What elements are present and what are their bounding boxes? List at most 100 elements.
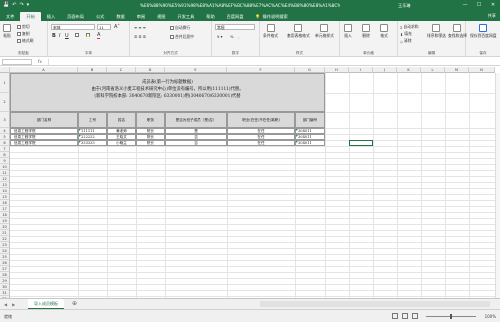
merge-center-button[interactable]: 合并后居中 <box>170 34 194 40</box>
find-select-button[interactable]: 查找和选择 <box>448 24 467 39</box>
cut-button[interactable]: 剪切 <box>17 24 30 30</box>
tab-help[interactable]: 帮助 <box>200 12 220 21</box>
format-cells-button[interactable]: 格式 <box>380 24 388 39</box>
column-header-n[interactable]: N <box>469 67 495 73</box>
conditional-format-icon <box>266 24 275 32</box>
italic-button[interactable]: I <box>59 33 60 39</box>
tab-home[interactable]: 开始 <box>20 12 41 21</box>
minimize-button[interactable]: — <box>458 0 472 11</box>
page-break-view-icon[interactable] <box>412 313 418 319</box>
bold-button[interactable]: B <box>52 33 56 39</box>
function-icon[interactable]: fx <box>38 58 42 66</box>
page-layout-view-icon[interactable] <box>402 313 408 319</box>
row-header[interactable]: 3 <box>0 112 10 128</box>
column-header-i[interactable]: I <box>349 67 373 73</box>
fill-color-button[interactable] <box>86 33 90 37</box>
gridline <box>10 224 495 225</box>
format-painter-button[interactable]: 格式刷 <box>17 38 33 44</box>
number-format-select[interactable]: 常规 <box>215 24 255 30</box>
row-header[interactable]: 1 <box>0 73 10 93</box>
cell-leadership[interactable]: 否 <box>165 140 227 146</box>
tab-insert[interactable]: 插入 <box>41 12 61 21</box>
currency-button[interactable]: ¥ ▾ <box>217 34 223 39</box>
header-cell-name[interactable]: 姓名 <box>107 112 136 128</box>
clear-button[interactable]: ◇ 清除 <box>400 38 412 44</box>
vertical-scrollbar[interactable] <box>495 73 500 298</box>
cell-staff-id[interactable]: 333333 <box>78 140 107 146</box>
cell-styles-button[interactable]: 单元格样式 <box>315 24 334 39</box>
zoom-level[interactable]: 100% <box>485 310 496 322</box>
gridline <box>10 236 495 237</box>
header-cell-department[interactable]: 部门名称 <box>10 112 78 128</box>
borders-button[interactable] <box>75 33 79 37</box>
maximize-button[interactable]: ☐ <box>472 0 486 11</box>
tab-page-layout[interactable]: 页面布局 <box>61 12 90 21</box>
name-box[interactable] <box>2 59 32 65</box>
header-cell-status[interactable]: 职业(在任/不在任/离职) <box>227 112 295 128</box>
tab-view[interactable]: 视图 <box>151 12 171 21</box>
tab-file[interactable]: 文件 <box>0 12 20 21</box>
font-name-select[interactable]: 宋体 <box>51 24 95 30</box>
delete-icon <box>362 24 370 32</box>
paste-button[interactable]: 粘贴 <box>3 24 11 39</box>
conditional-formatting-button[interactable]: 条件格式 <box>263 24 278 39</box>
tell-me-search[interactable]: 💡 操作说明搜索 <box>249 12 293 21</box>
column-header-l[interactable]: L <box>421 67 445 73</box>
tab-formulas[interactable]: 公式 <box>90 12 110 21</box>
sheet-title-block[interactable]: 成员表(第一行为标题数据) 由于(河南省洛义小麦工程技术研究中心)单位没有编号，… <box>10 73 325 112</box>
active-cell-selection[interactable] <box>349 140 373 146</box>
fill-button[interactable]: ⬇ 填充 <box>400 31 412 37</box>
tab-developer[interactable]: 开发工具 <box>172 12 201 21</box>
align-top-button[interactable]: ≡ ≡ ≡ <box>134 25 146 30</box>
comma-button[interactable]: , <box>238 34 239 39</box>
save-to-baidu-button[interactable]: 保存到百度网盘 <box>470 24 497 39</box>
tab-baidu-netdisk[interactable]: 百度网盘 <box>221 12 250 21</box>
insert-cells-button[interactable]: 插入 <box>344 24 352 39</box>
header-cell-position[interactable]: 职务 <box>136 112 165 128</box>
font-size-select[interactable]: 11 <box>97 24 111 30</box>
zoom-slider-knob[interactable] <box>450 314 452 319</box>
tab-data[interactable]: 数据 <box>110 12 130 21</box>
grow-font-button[interactable]: A˄ <box>114 24 120 30</box>
cell-department[interactable]: 信息工程学院 <box>10 140 78 146</box>
column-header-k[interactable]: K <box>397 67 421 73</box>
font-color-button[interactable]: A <box>97 33 101 39</box>
format-as-table-button[interactable]: 套用表格格式 <box>287 24 310 39</box>
undo-icon[interactable]: ↶ <box>12 0 16 11</box>
header-cell-dept-code[interactable]: 部门编号 <box>295 112 325 128</box>
delete-cells-button[interactable]: 删除 <box>362 24 370 39</box>
align-left-button[interactable]: ≣ ≣ ≣ <box>134 34 146 39</box>
formula-input[interactable] <box>48 59 497 65</box>
customize-qat-icon[interactable]: ▾ <box>27 0 30 11</box>
worksheet-grid[interactable]: A B C D E F G H I J K L M N 1 2 3 4 5 6 7 8 9 10 1… <box>0 67 500 298</box>
column-header-m[interactable]: M <box>445 67 469 73</box>
cell-dept-code[interactable]: 304011 <box>295 140 325 146</box>
user-name[interactable]: 王乐琳 <box>398 0 411 11</box>
add-sheet-icon[interactable]: ⊕ <box>72 299 77 309</box>
sort-filter-button[interactable]: 排序和筛选 <box>427 24 446 39</box>
cell-name[interactable]: 小晚主 <box>107 140 136 146</box>
close-button[interactable]: ✕ <box>486 0 500 11</box>
copy-button[interactable]: 复制 <box>17 31 30 37</box>
row-header[interactable]: 2 <box>0 93 10 112</box>
tab-review[interactable]: 审阅 <box>131 12 151 21</box>
save-icon[interactable]: 💾 <box>3 0 9 11</box>
column-header-j[interactable]: J <box>373 67 397 73</box>
cell-status[interactable]: 在任 <box>227 140 295 146</box>
horizontal-scrollbar[interactable] <box>260 301 490 307</box>
cell-position[interactable]: 院长 <box>136 140 165 146</box>
redo-icon[interactable]: ↷ <box>19 0 23 11</box>
gridline <box>10 242 495 243</box>
underline-button[interactable]: U <box>65 33 69 39</box>
column-header-h[interactable]: H <box>325 67 349 73</box>
percent-button[interactable]: % <box>230 34 234 39</box>
clipboard-label: 剪贴板 <box>18 51 29 55</box>
wrap-text-button[interactable]: 自动换行 <box>170 25 190 31</box>
autosum-button[interactable]: Σ 自动求和 <box>400 24 419 30</box>
header-cell-leadership[interactable]: 是否为班子成员（是/否） <box>165 112 227 128</box>
sheet-tab-active[interactable]: 导入成员模板 <box>28 299 64 309</box>
gridline <box>10 158 495 159</box>
share-button[interactable]: 共享 <box>488 12 496 20</box>
header-cell-staff-id[interactable]: 工号 <box>78 112 107 128</box>
normal-view-icon[interactable] <box>392 313 398 319</box>
